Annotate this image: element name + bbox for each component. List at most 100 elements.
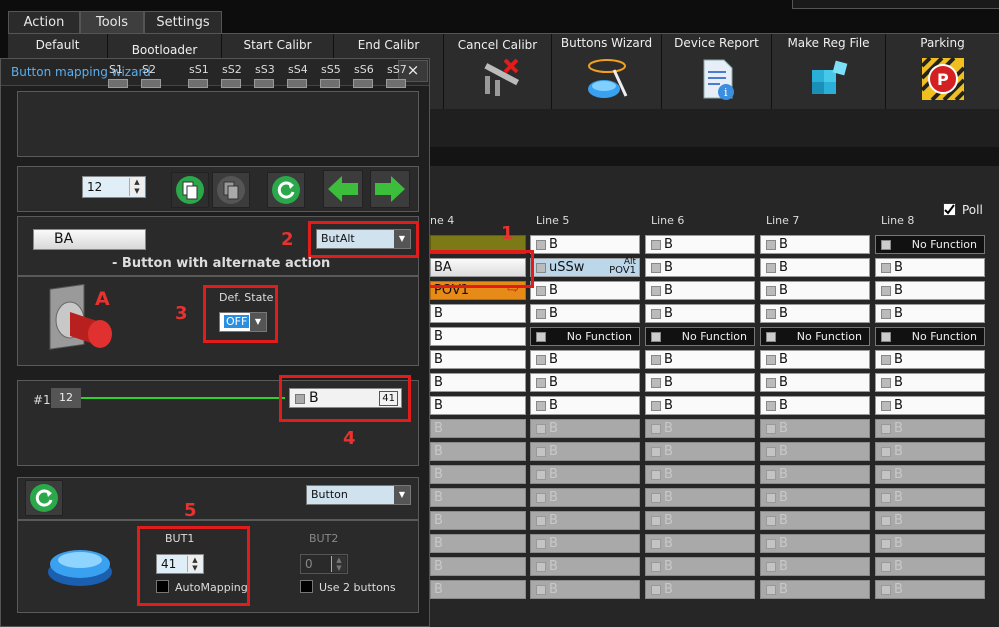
grid-cell[interactable]: B: [530, 511, 640, 530]
grid-cell[interactable]: uSSw Alt POV1: [530, 257, 640, 277]
previous-button[interactable]: [323, 170, 363, 208]
refresh-button[interactable]: [267, 172, 305, 208]
grid-cell[interactable]: B: [760, 419, 870, 438]
grid-cell[interactable]: B: [530, 350, 640, 369]
grid-cell[interactable]: B: [530, 304, 640, 323]
mapped-button-box[interactable]: B 41: [289, 388, 402, 408]
grid-cell[interactable]: B: [430, 327, 526, 346]
poll-checkbox[interactable]: [943, 203, 956, 216]
reset-button[interactable]: [25, 480, 63, 516]
grid-cell[interactable]: B: [645, 580, 755, 599]
grid-cell[interactable]: B: [430, 350, 526, 369]
grid-cell[interactable]: B: [645, 396, 755, 415]
grid-cell[interactable]: B: [430, 488, 526, 507]
grid-cell[interactable]: B: [530, 580, 640, 599]
device-report-button[interactable]: Device Report i: [662, 34, 772, 110]
grid-cell[interactable]: B: [875, 442, 985, 461]
but2-spinner[interactable]: 0 ▲ ▼: [300, 554, 348, 574]
grid-cell[interactable]: B: [430, 580, 526, 599]
grid-cell[interactable]: B: [760, 488, 870, 507]
grid-cell[interactable]: B: [875, 373, 985, 392]
grid-cell[interactable]: B: [760, 373, 870, 392]
grid-cell[interactable]: B: [530, 534, 640, 553]
grid-cell[interactable]: B: [430, 304, 526, 323]
grid-cell[interactable]: B: [760, 511, 870, 530]
grid-cell[interactable]: No Function: [875, 235, 985, 254]
grid-cell[interactable]: B: [430, 442, 526, 461]
buttons-wizard-button[interactable]: Buttons Wizard: [552, 34, 662, 110]
grid-cell[interactable]: No Function: [875, 327, 985, 346]
grid-cell[interactable]: B: [530, 465, 640, 484]
grid-cell[interactable]: B: [760, 304, 870, 323]
grid-cell[interactable]: B: [760, 258, 870, 277]
use-2-buttons-checkbox[interactable]: [300, 580, 313, 593]
tab-tools[interactable]: Tools: [80, 11, 144, 33]
but1-spinner[interactable]: 41 ▲ ▼: [156, 554, 204, 574]
grid-cell[interactable]: No Function: [645, 327, 755, 346]
grid-cell[interactable]: B: [530, 281, 640, 300]
grid-cell[interactable]: B: [430, 419, 526, 438]
grid-cell[interactable]: B: [760, 557, 870, 576]
grid-cell[interactable]: B: [760, 465, 870, 484]
grid-cell[interactable]: B: [530, 396, 640, 415]
paste-button[interactable]: [212, 172, 250, 208]
spinner-arrows[interactable]: ▲ ▼: [129, 178, 144, 196]
grid-cell[interactable]: B: [645, 534, 755, 553]
grid-cell[interactable]: B: [430, 557, 526, 576]
make-reg-file-button[interactable]: Make Reg File: [772, 34, 886, 110]
grid-cell[interactable]: B: [875, 258, 985, 277]
grid-cell[interactable]: B: [760, 235, 870, 254]
chevron-down-icon[interactable]: ▼: [250, 313, 266, 331]
grid-cell[interactable]: B: [645, 419, 755, 438]
grid-cell[interactable]: B: [430, 373, 526, 392]
grid-cell[interactable]: B: [875, 281, 985, 300]
grid-cell[interactable]: B: [645, 557, 755, 576]
grid-cell[interactable]: B: [430, 465, 526, 484]
grid-cell[interactable]: B: [875, 580, 985, 599]
grid-cell[interactable]: B: [875, 465, 985, 484]
grid-cell[interactable]: B: [760, 534, 870, 553]
grid-cell[interactable]: B: [530, 373, 640, 392]
grid-cell[interactable]: B: [645, 442, 755, 461]
grid-cell[interactable]: B: [875, 396, 985, 415]
grid-cell[interactable]: B: [530, 442, 640, 461]
grid-cell[interactable]: B: [645, 488, 755, 507]
grid-cell[interactable]: B: [530, 557, 640, 576]
grid-cell[interactable]: B: [760, 350, 870, 369]
tab-settings[interactable]: Settings: [144, 11, 222, 33]
cancel-calibr-button[interactable]: Cancel Calibr: [444, 34, 552, 110]
grid-cell[interactable]: B: [760, 580, 870, 599]
grid-cell[interactable]: B: [875, 534, 985, 553]
grid-cell[interactable]: B: [530, 488, 640, 507]
button-number-spinner[interactable]: 12 ▲ ▼: [82, 176, 146, 198]
grid-cell[interactable]: B: [875, 419, 985, 438]
grid-cell[interactable]: B: [760, 281, 870, 300]
ba-button[interactable]: BA: [33, 229, 146, 250]
grid-cell[interactable]: B: [645, 350, 755, 369]
grid-cell[interactable]: No Function: [530, 327, 640, 346]
grid-cell[interactable]: B: [645, 235, 755, 254]
next-button[interactable]: [370, 170, 410, 208]
grid-cell[interactable]: B: [645, 304, 755, 323]
grid-cell[interactable]: B: [875, 350, 985, 369]
grid-cell[interactable]: B: [875, 488, 985, 507]
copy-button[interactable]: [171, 172, 209, 208]
grid-cell[interactable]: B: [430, 396, 526, 415]
automapping-checkbox[interactable]: [156, 580, 169, 593]
grid-cell[interactable]: No Function: [760, 327, 870, 346]
tab-action[interactable]: Action: [8, 11, 80, 33]
grid-cell[interactable]: B: [875, 304, 985, 323]
mode-select[interactable]: Button ▼: [306, 485, 411, 505]
parking-button[interactable]: Parking P: [886, 34, 999, 110]
grid-cell[interactable]: B: [645, 373, 755, 392]
def-state-select[interactable]: OFF ▼: [219, 312, 267, 332]
grid-cell[interactable]: B: [760, 396, 870, 415]
grid-cell[interactable]: B: [875, 511, 985, 530]
grid-cell[interactable]: B: [430, 511, 526, 530]
grid-cell[interactable]: B: [645, 511, 755, 530]
grid-cell[interactable]: B: [530, 235, 640, 254]
grid-cell[interactable]: B: [760, 442, 870, 461]
grid-cell[interactable]: B: [645, 465, 755, 484]
chevron-down-icon[interactable]: ▼: [394, 486, 410, 504]
grid-cell[interactable]: B: [530, 419, 640, 438]
